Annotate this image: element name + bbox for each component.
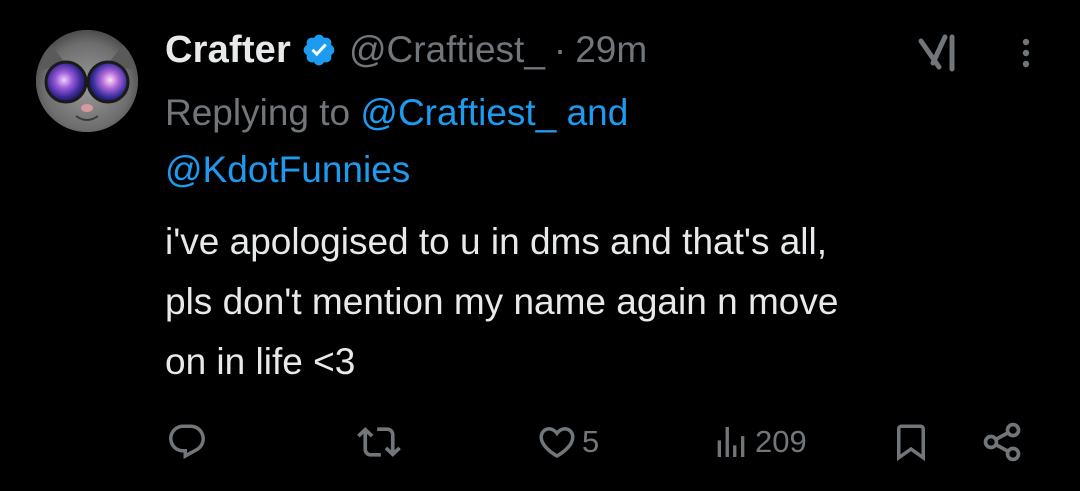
display-name[interactable]: Crafter: [165, 29, 291, 72]
tweet[interactable]: Crafter @Craftiest_ · 29m Replying to @C…: [0, 0, 1080, 491]
views-button[interactable]: 209: [711, 412, 807, 472]
timestamp[interactable]: 29m: [575, 29, 647, 71]
avatar[interactable]: [36, 30, 138, 132]
bookmark-button[interactable]: [890, 412, 932, 472]
mention-link[interactable]: @Craftiest_: [360, 92, 556, 133]
mention-link[interactable]: @KdotFunnies: [165, 149, 410, 190]
comment-icon: [166, 421, 208, 463]
reply-button[interactable]: [166, 412, 208, 472]
verified-badge-icon: [301, 32, 337, 68]
retweet-icon: [357, 420, 401, 464]
like-button[interactable]: 5: [536, 412, 599, 472]
retweet-button[interactable]: [357, 412, 401, 472]
views-count: 209: [755, 424, 807, 459]
grok-icon[interactable]: [917, 33, 961, 73]
replying-prefix: Replying to: [165, 92, 351, 133]
views-bar-chart-icon: [711, 421, 751, 463]
replying-and: and: [566, 92, 629, 133]
bookmark-icon: [890, 421, 932, 463]
share-icon: [980, 420, 1024, 464]
handle[interactable]: @Craftiest_: [349, 29, 545, 71]
share-button[interactable]: [980, 412, 1024, 472]
separator-dot: ·: [553, 29, 567, 70]
avatar-image: [36, 30, 138, 132]
tweet-header: Crafter @Craftiest_ · 29m: [165, 22, 647, 78]
more-vertical-icon[interactable]: [1016, 33, 1036, 73]
heart-icon: [536, 421, 578, 463]
replying-to: Replying to @Craftiest_ and @KdotFunnies: [165, 84, 1045, 198]
tweet-text: i've apologised to u in dms and that's a…: [165, 221, 839, 382]
like-count: 5: [582, 424, 600, 459]
